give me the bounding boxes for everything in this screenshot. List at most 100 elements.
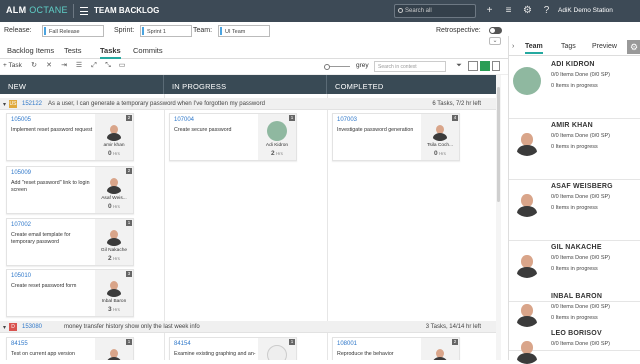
view-icon[interactable]: ▭ <box>118 62 126 70</box>
avatar[interactable] <box>104 121 124 141</box>
swimlane-story[interactable]: ▾ US 152122 As a user, I can generate a … <box>0 98 496 110</box>
lane-description: money transfer history show only the las… <box>64 324 200 330</box>
tab-tasks[interactable]: Tasks <box>100 46 121 59</box>
add-task-button[interactable]: + Task <box>3 62 22 69</box>
columns-view-icon[interactable] <box>492 61 500 71</box>
task-card[interactable]: 105010 Create reset password form 3 Inba… <box>6 269 134 317</box>
top-bar: ALM OCTANE TEAM BACKLOG Search all + ≡ ⚙… <box>0 0 640 22</box>
chevron-right-icon[interactable]: › <box>512 43 514 50</box>
task-id[interactable]: 107003 <box>337 117 357 123</box>
move-icon[interactable]: ⇥ <box>60 62 68 70</box>
task-card[interactable]: 108001 Reproduce the behavior 2 <box>332 337 460 360</box>
avatar[interactable] <box>267 345 287 360</box>
right-panel: › Team Tags Preview ⚙ ADI KIDRON 0/0 Ite… <box>508 36 640 364</box>
task-card[interactable]: 107002 Create email template for tempora… <box>6 218 134 266</box>
refresh-icon[interactable]: ↻ <box>30 62 38 70</box>
global-search-input[interactable]: Search all <box>394 4 476 18</box>
settings-icon[interactable]: ⚙ <box>522 5 533 16</box>
filter-icon[interactable]: ⏷ <box>455 62 463 70</box>
scrollbar-thumb[interactable] <box>497 87 500 202</box>
task-id[interactable]: 105009 <box>11 170 31 176</box>
task-card[interactable]: 84155 Test on current app version 1 <box>6 337 134 360</box>
task-description: Add "reset password" link to login scree… <box>11 180 90 193</box>
board-view-icon[interactable] <box>480 61 490 71</box>
task-card[interactable]: 107004 Create secure password 1 Adi Kidr… <box>169 113 297 161</box>
filter-bar: Release: Fall Release Sprint: Sprint 1 T… <box>0 22 508 40</box>
avatar[interactable] <box>104 226 124 246</box>
team-member[interactable]: LEO BORISOV 0/0 Items Done (0/0 SP) <box>509 326 640 364</box>
tab-preview[interactable]: Preview <box>592 43 617 50</box>
module-title: TEAM BACKLOG <box>94 6 160 15</box>
task-card[interactable]: 107003 Investigate password generation 4… <box>332 113 460 161</box>
lane-task-count: 6 Tasks, 7/2 hr left <box>432 101 481 107</box>
board-scrollbar[interactable] <box>496 75 501 360</box>
grid-view-icon[interactable] <box>468 61 478 71</box>
feed-icon[interactable]: ≡ <box>503 5 514 16</box>
task-id[interactable]: 84155 <box>11 341 28 347</box>
task-card[interactable]: 105005 Implement reset password request … <box>6 113 134 161</box>
task-id[interactable]: 84154 <box>174 341 191 347</box>
help-icon[interactable]: ? <box>541 5 552 16</box>
lane-id[interactable]: 153080 <box>22 324 42 330</box>
tab-team[interactable]: Team <box>525 43 543 54</box>
swimlane-defect[interactable]: ▾ D 153080 money transfer history show o… <box>0 321 496 333</box>
member-name: INBAL BARON <box>551 293 603 300</box>
task-rank: 2 <box>126 168 132 174</box>
menu-icon[interactable] <box>80 7 88 15</box>
member-items-in-progress: 0 Items in progress <box>551 315 598 321</box>
gear-icon[interactable]: ⚙ <box>627 40 640 54</box>
app-logo[interactable]: ALM OCTANE <box>6 5 68 15</box>
member-name: GIL NAKACHE <box>551 244 602 251</box>
team-member[interactable]: ADI KIDRON 0/0 Items Done (0/0 SP) 0 Ite… <box>509 57 640 119</box>
chevron-down-icon[interactable]: ▾ <box>3 101 6 108</box>
task-board: NEW IN PROGRESS COMPLETED ▾ US 152122 As… <box>0 75 496 360</box>
tab-tags[interactable]: Tags <box>561 43 576 50</box>
sprint-select[interactable]: Sprint 1 <box>140 25 192 37</box>
cancel-icon[interactable]: ✕ <box>45 62 53 70</box>
search-icon <box>398 8 403 13</box>
remaining-hours: 3 Hrs <box>108 306 120 313</box>
member-items-in-progress: 0 Items in progress <box>551 83 598 89</box>
lane-id[interactable]: 152122 <box>22 101 42 107</box>
color-by-select[interactable]: grey <box>356 62 369 69</box>
task-id[interactable]: 107004 <box>174 117 194 123</box>
task-id[interactable]: 105010 <box>11 273 31 279</box>
task-card[interactable]: 84154 Examine existing graphing and an- … <box>169 337 297 360</box>
avatar[interactable] <box>104 277 124 297</box>
task-id[interactable]: 108001 <box>337 341 357 347</box>
avatar[interactable] <box>267 121 287 141</box>
chevron-down-icon[interactable]: ▾ <box>3 324 6 331</box>
team-member[interactable]: AMIR KHAN 0/0 Items Done (0/0 SP) 0 Item… <box>509 118 640 180</box>
owner-name: Gil Nakache <box>100 248 128 253</box>
plus-icon[interactable]: + <box>484 5 495 16</box>
team-member[interactable]: ASAF WEISBERG 0/0 Items Done (0/0 SP) 0 … <box>509 179 640 241</box>
tab-tests[interactable]: Tests <box>64 46 82 55</box>
retrospective-toggle[interactable] <box>489 27 502 34</box>
avatar <box>513 189 541 217</box>
team-select[interactable]: UI Team <box>218 25 270 37</box>
context-search-input[interactable]: Search in context <box>374 61 446 72</box>
workspace-name[interactable]: AdiK Demo Station <box>558 7 613 14</box>
team-label: Team: <box>193 27 213 34</box>
owner-name: Tsila Coch... <box>426 143 454 148</box>
panel-tabs: › Team Tags Preview ⚙ <box>509 36 640 56</box>
collapse-icon[interactable]: ⤡ <box>104 62 112 70</box>
card-size-slider[interactable] <box>324 64 350 70</box>
avatar[interactable] <box>430 345 450 360</box>
avatar[interactable] <box>104 345 124 360</box>
tab-commits[interactable]: Commits <box>133 46 163 55</box>
owner-name: amir khan <box>103 143 125 148</box>
avatar[interactable] <box>104 174 124 194</box>
task-card[interactable]: 105009 Add "reset password" link to logi… <box>6 166 134 214</box>
task-id[interactable]: 107002 <box>11 222 31 228</box>
member-items-in-progress: 0 Items in progress <box>551 144 598 150</box>
task-rank: 1 <box>126 339 132 345</box>
member-items-done: 0/0 Items Done (0/0 SP) <box>551 341 610 347</box>
expand-icon[interactable]: ⤢ <box>90 62 98 70</box>
tab-backlog-items[interactable]: Backlog Items <box>7 46 54 55</box>
avatar[interactable] <box>430 121 450 141</box>
list-icon[interactable]: ☰ <box>75 62 83 70</box>
task-description: Create reset password form <box>11 283 77 289</box>
release-select[interactable]: Fall Release <box>42 25 104 37</box>
task-id[interactable]: 105005 <box>11 117 31 123</box>
